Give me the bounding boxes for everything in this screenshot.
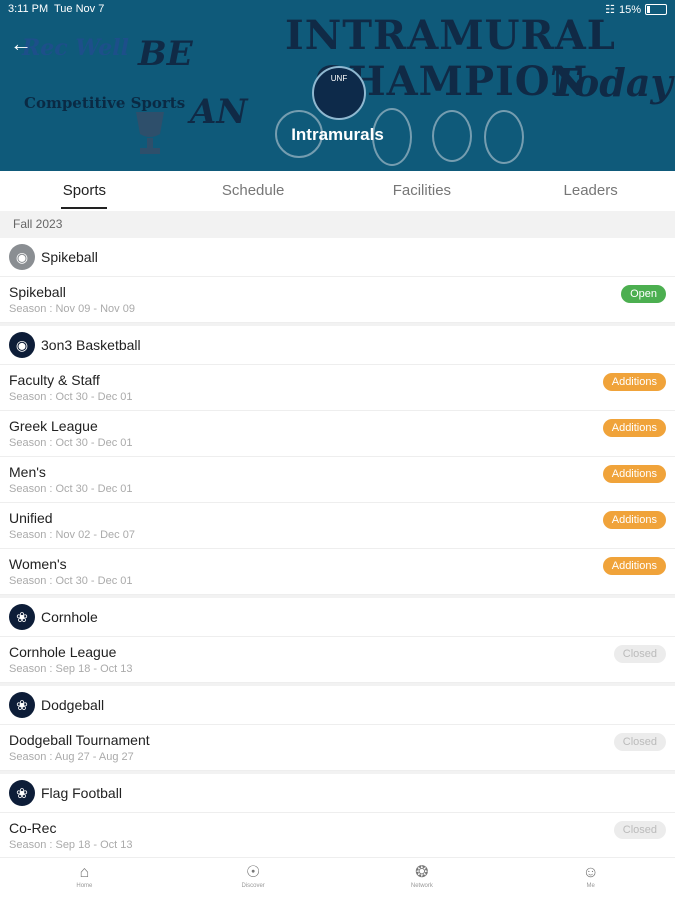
league-name: Co-Rec [9, 820, 57, 836]
league-item[interactable]: Men's Season : Oct 30 - Dec 01 Additions [0, 457, 675, 503]
sport-name: Cornhole [41, 609, 98, 625]
status-time: 3:11 PM [8, 3, 49, 15]
league-name: Spikeball [9, 284, 66, 300]
recwell-logo-text: Rec Well [22, 35, 129, 61]
season-header: Fall 2023 [0, 211, 675, 238]
sport-header-spikeball: ◉ Spikeball [0, 238, 675, 277]
league-season: Season : Nov 02 - Dec 07 [9, 529, 135, 541]
status-badge: Closed [613, 821, 666, 839]
nav-me[interactable]: ☺ Me [506, 858, 675, 901]
league-season: Season : Sep 18 - Oct 13 [9, 839, 133, 851]
tab-schedule[interactable]: Schedule [169, 171, 338, 211]
nav-label: Me [586, 883, 595, 889]
league-name: Cornhole League [9, 644, 117, 660]
status-badge: Additions [602, 419, 666, 437]
battery-percent: 15% [618, 3, 641, 16]
back-arrow-icon[interactable]: ← [10, 32, 34, 56]
battery-icon [645, 4, 667, 15]
network-icon: ❂ [415, 864, 429, 881]
sport-name: 3on3 Basketball [41, 337, 141, 353]
user-icon: ☺ [582, 864, 599, 881]
sport-header-basketball: ◉ 3on3 Basketball [0, 326, 675, 365]
status-badge: Closed [613, 645, 666, 663]
tab-sports[interactable]: Sports [0, 171, 169, 211]
league-name: Unified [9, 510, 53, 526]
sport-name: Flag Football [41, 785, 122, 801]
status-badge: Additions [602, 511, 666, 529]
nav-label: Discover [241, 883, 265, 889]
unf-logo: UNF [312, 66, 366, 120]
nav-label: Home [76, 883, 93, 889]
banner-intramural-text: INTRAMURAL [285, 12, 616, 59]
sport-header-cornhole: ❀ Cornhole [0, 598, 675, 637]
league-season: Season : Oct 30 - Dec 01 [9, 575, 133, 587]
home-icon: ⌂ [79, 864, 90, 881]
league-season: Season : Oct 30 - Dec 01 [9, 437, 133, 449]
league-item[interactable]: Cornhole League Season : Sep 18 - Oct 13… [0, 637, 675, 683]
banner-today-text: Today [550, 60, 673, 105]
league-name: Men's [9, 464, 46, 480]
nav-home[interactable]: ⌂ Home [0, 858, 169, 901]
league-item[interactable]: Unified Season : Nov 02 - Dec 07 Additio… [0, 503, 675, 549]
league-name: Greek League [9, 418, 98, 434]
logo-text: UNF [330, 74, 348, 83]
league-name: Dodgeball Tournament [9, 732, 150, 748]
compass-icon: ☉ [245, 864, 261, 881]
league-season: Season : Aug 27 - Aug 27 [9, 751, 134, 763]
sport-name: Dodgeball [41, 697, 105, 713]
league-item[interactable]: Spikeball Season : Nov 09 - Nov 09 Open [0, 277, 675, 323]
basketball-icon: ◉ [9, 332, 35, 358]
nav-network[interactable]: ❂ Network [338, 858, 507, 901]
header-banner: 3:11 PM Tue Nov 7 ☷ 15% Rec Well Competi… [0, 0, 675, 171]
status-date: Tue Nov 7 [54, 3, 105, 15]
spikeball-icon: ◉ [9, 244, 35, 270]
sport-header-dodgeball: ❀ Dodgeball [0, 686, 675, 725]
status-badge: Additions [602, 557, 666, 575]
league-item[interactable]: Greek League Season : Oct 30 - Dec 01 Ad… [0, 411, 675, 457]
league-name: Women's [9, 556, 67, 572]
league-name: Faculty & Staff [9, 372, 100, 388]
status-badge: Additions [602, 465, 666, 483]
tab-leaders[interactable]: Leaders [506, 171, 675, 211]
bottom-nav: ⌂ Home ☉ Discover ❂ Network ☺ Me [0, 857, 675, 901]
tab-facilities[interactable]: Facilities [338, 171, 507, 211]
nav-discover[interactable]: ☉ Discover [169, 858, 338, 901]
league-item[interactable]: Faculty & Staff Season : Oct 30 - Dec 01… [0, 365, 675, 411]
sports-list: Fall 2023 ◉ Spikeball Spikeball Season :… [0, 211, 675, 857]
league-item[interactable]: Co-Rec Season : Sep 18 - Oct 13 Closed [0, 813, 675, 857]
cornhole-icon: ❀ [9, 604, 35, 630]
league-item[interactable]: Women's Season : Oct 30 - Dec 01 Additio… [0, 549, 675, 595]
league-season: Season : Oct 30 - Dec 01 [9, 391, 133, 403]
league-season: Season : Oct 30 - Dec 01 [9, 483, 133, 495]
page-title: Intramurals [291, 125, 384, 144]
dodgeball-icon: ❀ [9, 692, 35, 718]
nav-label: Network [410, 883, 433, 889]
status-badge: Closed [613, 733, 666, 751]
league-item[interactable]: Dodgeball Tournament Season : Aug 27 - A… [0, 725, 675, 771]
status-badge: Additions [602, 373, 666, 391]
league-season: Season : Sep 18 - Oct 13 [9, 663, 133, 675]
tab-bar: Sports Schedule Facilities Leaders [0, 171, 675, 211]
sport-name: Spikeball [41, 249, 98, 265]
football-icon: ❀ [9, 780, 35, 806]
league-season: Season : Nov 09 - Nov 09 [9, 303, 135, 315]
sport-header-flag-football: ❀ Flag Football [0, 774, 675, 813]
banner-be-text: BE [138, 34, 193, 74]
status-badge: Open [621, 285, 666, 303]
